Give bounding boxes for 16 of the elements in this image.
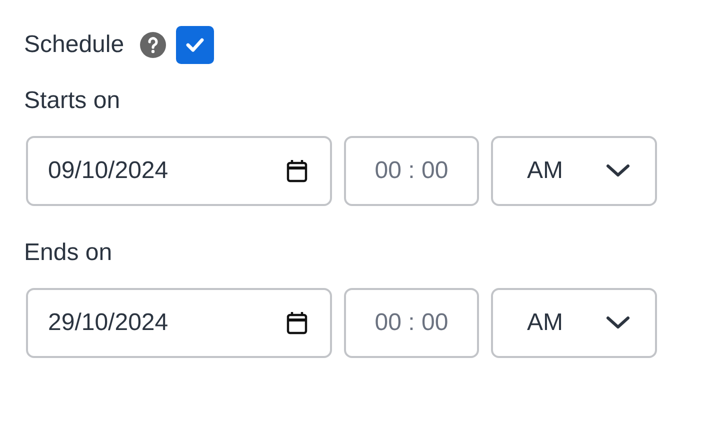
schedule-checkbox[interactable] [176, 26, 214, 64]
period-select[interactable]: AM [491, 288, 657, 358]
date-field[interactable]: 09/10/2024 [26, 136, 332, 206]
checkmark-icon [185, 37, 206, 53]
field-label: Ends on [24, 238, 114, 268]
calendar-icon[interactable] [286, 311, 308, 335]
time-field[interactable]: 00 : 00 [344, 136, 479, 206]
chevron-down-icon [605, 163, 631, 179]
period-select[interactable]: AM [491, 136, 657, 206]
time-field[interactable]: 00 : 00 [344, 288, 479, 358]
chevron-down-icon [605, 315, 631, 331]
date-field[interactable]: 29/10/2024 [26, 288, 332, 358]
field-label: Starts on [24, 86, 122, 116]
schedule-label: Schedule [24, 30, 124, 60]
calendar-icon[interactable] [286, 159, 308, 183]
help-icon[interactable] [140, 32, 166, 58]
